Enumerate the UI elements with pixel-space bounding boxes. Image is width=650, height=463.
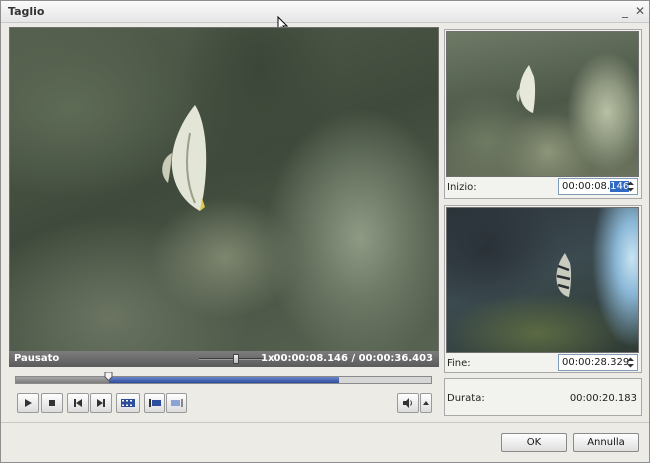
end-time-spinner-icon[interactable]: [625, 356, 636, 369]
end-frame-preview: [446, 207, 639, 353]
start-time-spinner-icon[interactable]: [625, 180, 636, 193]
skip-forward-icon: [97, 399, 105, 407]
mark-start-button[interactable]: [144, 393, 165, 413]
duration-value: 00:00:20.183: [569, 393, 637, 404]
footer-divider: [1, 422, 649, 423]
duration-label: Durata:: [447, 393, 485, 404]
speed-slider-track[interactable]: [199, 358, 265, 360]
fish-image: [516, 65, 536, 113]
previous-frame-button[interactable]: [67, 393, 89, 413]
seek-thumb[interactable]: [104, 372, 113, 381]
start-frame-image: [447, 32, 638, 176]
start-time-prefix: 00:00:08.: [562, 181, 611, 192]
volume-dropdown-button[interactable]: [420, 393, 432, 413]
next-frame-button[interactable]: [90, 393, 112, 413]
end-label: Fine:: [447, 358, 471, 369]
end-time-value: 00:00:28.329: [562, 357, 630, 368]
start-time-field[interactable]: 00:00:08.146: [558, 178, 638, 195]
play-icon: [25, 399, 32, 407]
speed-slider-thumb[interactable]: [233, 354, 239, 364]
speaker-icon: [403, 398, 412, 408]
seek-played-range: [16, 377, 109, 383]
stop-icon: [49, 400, 55, 406]
end-time-field[interactable]: 00:00:28.329: [558, 354, 638, 371]
title-bar: Taglio _ ✕: [1, 1, 649, 23]
mark-start-icon: [148, 399, 161, 407]
total-time: 00:00:36.403: [358, 353, 433, 364]
fish-image: [556, 253, 572, 297]
current-time: 00:00:08.146: [273, 353, 348, 364]
trim-dialog: Taglio _ ✕ Pausato 1x 00:00:08.146 / 00:…: [0, 0, 650, 463]
trim-selection-range[interactable]: [108, 377, 339, 383]
time-readout: 00:00:08.146 / 00:00:36.403: [274, 353, 433, 364]
film-cut-icon: [121, 399, 135, 407]
playback-status: Pausato: [14, 353, 60, 364]
fish-image: [162, 105, 207, 211]
cancel-button[interactable]: Annulla: [573, 433, 639, 452]
stop-button[interactable]: [41, 393, 63, 413]
close-icon[interactable]: ✕: [633, 4, 647, 18]
window-title: Taglio: [8, 5, 45, 18]
play-button[interactable]: [17, 393, 39, 413]
start-frame-preview: [446, 31, 639, 177]
volume-button[interactable]: [397, 393, 419, 413]
time-separator: /: [351, 353, 356, 364]
ok-button[interactable]: OK: [501, 433, 567, 452]
seek-bar[interactable]: [15, 372, 432, 384]
start-label: Inizio:: [447, 182, 477, 193]
video-frame: [10, 28, 438, 351]
cut-segment-button[interactable]: [116, 393, 140, 413]
chevron-up-icon: [423, 400, 429, 405]
skip-back-icon: [74, 399, 82, 407]
minimize-icon[interactable]: _: [618, 4, 632, 18]
mark-end-icon: [170, 399, 183, 407]
playback-speed: 1x: [261, 353, 275, 364]
player-status-bar: Pausato 1x 00:00:08.146 / 00:00:36.403: [9, 351, 439, 367]
main-video-preview[interactable]: [9, 27, 439, 352]
duration-panel: Durata: 00:00:20.183: [444, 378, 642, 416]
end-frame-image: [447, 208, 638, 352]
mark-end-button[interactable]: [166, 393, 187, 413]
